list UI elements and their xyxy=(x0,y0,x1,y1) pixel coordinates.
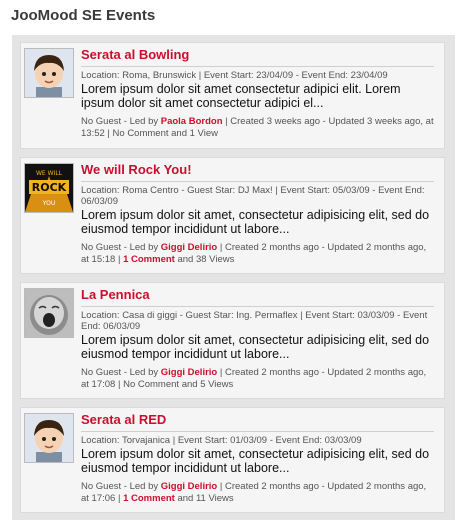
event-footer: No Guest - Led by Paola Bordon | Created… xyxy=(81,116,434,140)
guest-status: No Guest xyxy=(81,367,122,378)
leader-link[interactable]: Giggi Delirio xyxy=(161,481,217,492)
event-title-link[interactable]: Serata al RED xyxy=(81,412,434,432)
leader-link[interactable]: Giggi Delirio xyxy=(161,242,217,253)
event-card: Serata al RED Location: Torvajanica | Ev… xyxy=(20,407,445,513)
leader-link[interactable]: Giggi Delirio xyxy=(161,367,217,378)
events-panel: Serata al Bowling Location: Roma, Brunsw… xyxy=(12,35,455,520)
leader-link[interactable]: Paola Bordon xyxy=(161,116,223,127)
view-count: and 5 Views xyxy=(179,379,234,390)
comments-link[interactable]: 1 Comment xyxy=(123,493,175,504)
view-count: and 1 View xyxy=(168,128,218,139)
view-count: and 38 Views xyxy=(174,254,235,265)
view-count: and 11 Views xyxy=(174,493,234,504)
event-meta: Location: Roma, Brunswick | Event Start:… xyxy=(81,70,388,81)
event-description: Lorem ipsum dolor sit amet, consectetur … xyxy=(81,447,430,475)
event-card: La Pennica Location: Casa di giggi - Gue… xyxy=(20,282,445,399)
event-footer: No Guest - Led by Giggi Delirio | Create… xyxy=(81,242,434,266)
event-card: ROCK WE WILL YOU We will Rock You! Locat… xyxy=(20,157,445,274)
svg-text:YOU: YOU xyxy=(42,200,55,207)
event-title-link[interactable]: Serata al Bowling xyxy=(81,47,434,67)
led-by-label: - Led by xyxy=(121,116,161,127)
comment-count: No Comment xyxy=(112,128,169,139)
event-card: Serata al Bowling Location: Roma, Brunsw… xyxy=(20,42,445,149)
led-by-label: - Led by xyxy=(121,242,161,253)
guest-status: No Guest xyxy=(81,116,122,127)
guest-status: No Guest xyxy=(81,242,122,253)
event-meta: Location: Casa di giggi - Guest Star: In… xyxy=(81,310,428,332)
event-footer: No Guest - Led by Giggi Delirio | Create… xyxy=(81,481,434,505)
cartoon-boy-avatar-icon[interactable] xyxy=(24,48,74,98)
event-title-link[interactable]: La Pennica xyxy=(81,287,434,307)
event-meta: Location: Roma Centro - Guest Star: DJ M… xyxy=(81,185,425,207)
event-description: Lorem ipsum dolor sit amet consectetur a… xyxy=(81,82,401,110)
comment-count: No Comment xyxy=(123,379,180,390)
svg-text:WE WILL: WE WILL xyxy=(36,170,63,177)
cartoon-boy-avatar-icon[interactable] xyxy=(24,413,74,463)
widget-title: JooMood SE Events xyxy=(11,7,156,24)
event-description: Lorem ipsum dolor sit amet, consectetur … xyxy=(81,208,430,236)
svg-text:ROCK: ROCK xyxy=(32,181,67,194)
we-will-rock-you-poster-icon[interactable]: ROCK WE WILL YOU xyxy=(24,163,74,213)
led-by-label: - Led by xyxy=(121,481,161,492)
comments-link[interactable]: 1 Comment xyxy=(123,254,175,265)
event-title-link[interactable]: We will Rock You! xyxy=(81,162,434,182)
guest-status: No Guest xyxy=(81,481,122,492)
led-by-label: - Led by xyxy=(121,367,161,378)
event-description: Lorem ipsum dolor sit amet, consectetur … xyxy=(81,333,430,361)
yawning-baby-photo-icon[interactable] xyxy=(24,288,74,338)
event-meta: Location: Torvajanica | Event Start: 01/… xyxy=(81,435,362,446)
event-footer: No Guest - Led by Giggi Delirio | Create… xyxy=(81,367,434,391)
